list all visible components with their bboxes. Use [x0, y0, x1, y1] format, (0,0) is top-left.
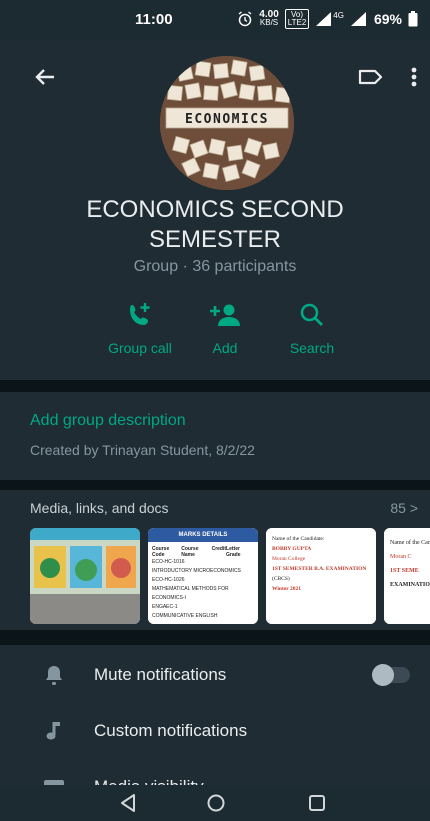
status-bar: 11:00 4.00 KB/S Vo) LTE2 4G 69% — [0, 0, 430, 40]
image-icon — [44, 780, 64, 785]
media-thumb-4[interactable]: Name of the Candidate: Moran C 1ST SEME … — [384, 528, 430, 624]
doc-line: Name of the Candidate: — [272, 536, 325, 542]
mute-toggle[interactable] — [372, 664, 410, 686]
created-by-text: Created by Trinayan Student, 8/2/22 — [30, 442, 255, 458]
doc-line: Name of the Candidate: — [390, 540, 430, 546]
back-button[interactable] — [30, 62, 60, 92]
media-count-link[interactable]: 85 > — [390, 500, 418, 516]
group-header: ECONOMICS ECONOMICS SECOND SEMESTER Grou… — [0, 40, 430, 380]
media-thumb-3[interactable]: Name of the Candidate: BOBBY GUPTA Moran… — [266, 528, 376, 624]
doc-header: MARKS DETAILS — [148, 528, 258, 542]
custom-notifications-row[interactable]: Custom notifications — [0, 703, 430, 759]
doc-col: Course Code — [152, 546, 170, 558]
group-avatar[interactable]: ECONOMICS — [160, 56, 294, 190]
speed-unit: KB/S — [259, 18, 279, 27]
avatar-image: ECONOMICS — [160, 56, 294, 190]
add-participant-button[interactable]: Add — [175, 298, 275, 356]
doc-line: 1ST SEME — [390, 568, 419, 574]
back-arrow-icon — [35, 69, 54, 85]
doc-line: (CBCS) — [272, 576, 290, 582]
mute-notifications-row[interactable]: Mute notifications — [0, 647, 430, 703]
media-thumb-1[interactable] — [30, 528, 140, 624]
doc-columns: Course Code Course Name Credit Letter Gr… — [152, 546, 254, 558]
doc-row: MATHEMATICAL METHODS FOR ECONOMICS-I — [152, 586, 229, 601]
status-icons: 4.00 KB/S Vo) LTE2 4G 69% — [237, 9, 418, 29]
doc-row: COMMUNICATIVE ENGLISH — [152, 613, 218, 619]
volte-badge: Vo) LTE2 — [284, 9, 310, 29]
doc-line: Moran C — [390, 554, 412, 560]
add-person-icon — [210, 304, 240, 326]
doc-col: Credit — [211, 546, 227, 552]
doc-line: EXAMINATION — [390, 582, 430, 588]
back-nav-icon[interactable] — [116, 791, 140, 815]
bell-icon — [46, 666, 62, 685]
music-note-icon — [46, 722, 60, 740]
search-button[interactable]: Search — [262, 298, 362, 356]
search-label: Search — [289, 340, 335, 356]
system-nav-bar — [0, 785, 430, 821]
doc-col: Course Name — [181, 546, 199, 558]
media-thumbnails: MARKS DETAILS Course Code Course Name Cr… — [30, 528, 430, 624]
doc-row: INTRODUCTORY MICROECONOMICS — [152, 568, 241, 574]
custom-notifications-label: Custom notifications — [94, 721, 248, 740]
toggle-knob — [372, 664, 394, 686]
doc-line: Winter 2021 — [272, 586, 301, 592]
search-icon — [300, 303, 323, 326]
signal-icon — [316, 12, 332, 26]
more-vert-icon — [411, 67, 417, 87]
mute-notifications-label: Mute notifications — [94, 665, 227, 684]
add-call-icon — [130, 303, 150, 325]
media-title: Media, links, and docs — [30, 500, 169, 516]
add-label: Add — [212, 340, 238, 356]
group-meta: Group · 36 participants — [133, 258, 297, 275]
doc-rows: ECO-HC-1016 INTRODUCTORY MICROECONOMICS … — [152, 558, 254, 621]
settings-list: Mute notifications Custom notifications … — [0, 645, 430, 785]
status-time: 11:00 — [135, 11, 173, 28]
add-description-link[interactable]: Add group description — [30, 412, 186, 429]
doc-row: ECO-HC-1016 — [152, 559, 185, 565]
media-visibility-row[interactable]: Media visibility — [0, 759, 430, 785]
mural-image — [30, 528, 140, 624]
recents-nav-icon[interactable] — [305, 791, 329, 815]
group-name: ECONOMICS SECOND SEMESTER — [86, 196, 344, 253]
battery-percent: 69% — [373, 11, 402, 27]
doc-line: BOBBY GUPTA — [272, 546, 312, 552]
doc-line: Moran College — [272, 556, 306, 562]
doc-row: ENGAEC-1 — [152, 604, 178, 610]
network-speed: 4.00 KB/S — [259, 10, 279, 27]
home-nav-icon[interactable] — [204, 791, 228, 815]
description-section: Add group description Created by Trinaya… — [0, 392, 430, 480]
avatar-word: ECONOMICS — [185, 112, 269, 127]
alarm-icon — [238, 11, 252, 27]
battery-icon — [408, 11, 418, 27]
network-type: 4G — [333, 10, 344, 20]
more-options-button[interactable] — [404, 62, 424, 92]
label-button[interactable] — [355, 62, 385, 92]
doc-line: 1ST SEMESTER B.A. EXAMINATION — [272, 566, 367, 572]
volte-bottom: LTE2 — [287, 18, 307, 27]
doc-row: ECO-HC-1026 — [152, 577, 185, 583]
media-section: Media, links, and docs 85 > MARKS DETAIL… — [0, 490, 430, 630]
doc-col: Letter Grade — [226, 546, 241, 558]
signal-2-icon — [350, 12, 366, 26]
media-thumb-2[interactable]: MARKS DETAILS Course Code Course Name Cr… — [148, 528, 258, 624]
label-icon — [358, 69, 383, 85]
media-visibility-label: Media visibility — [94, 777, 204, 785]
